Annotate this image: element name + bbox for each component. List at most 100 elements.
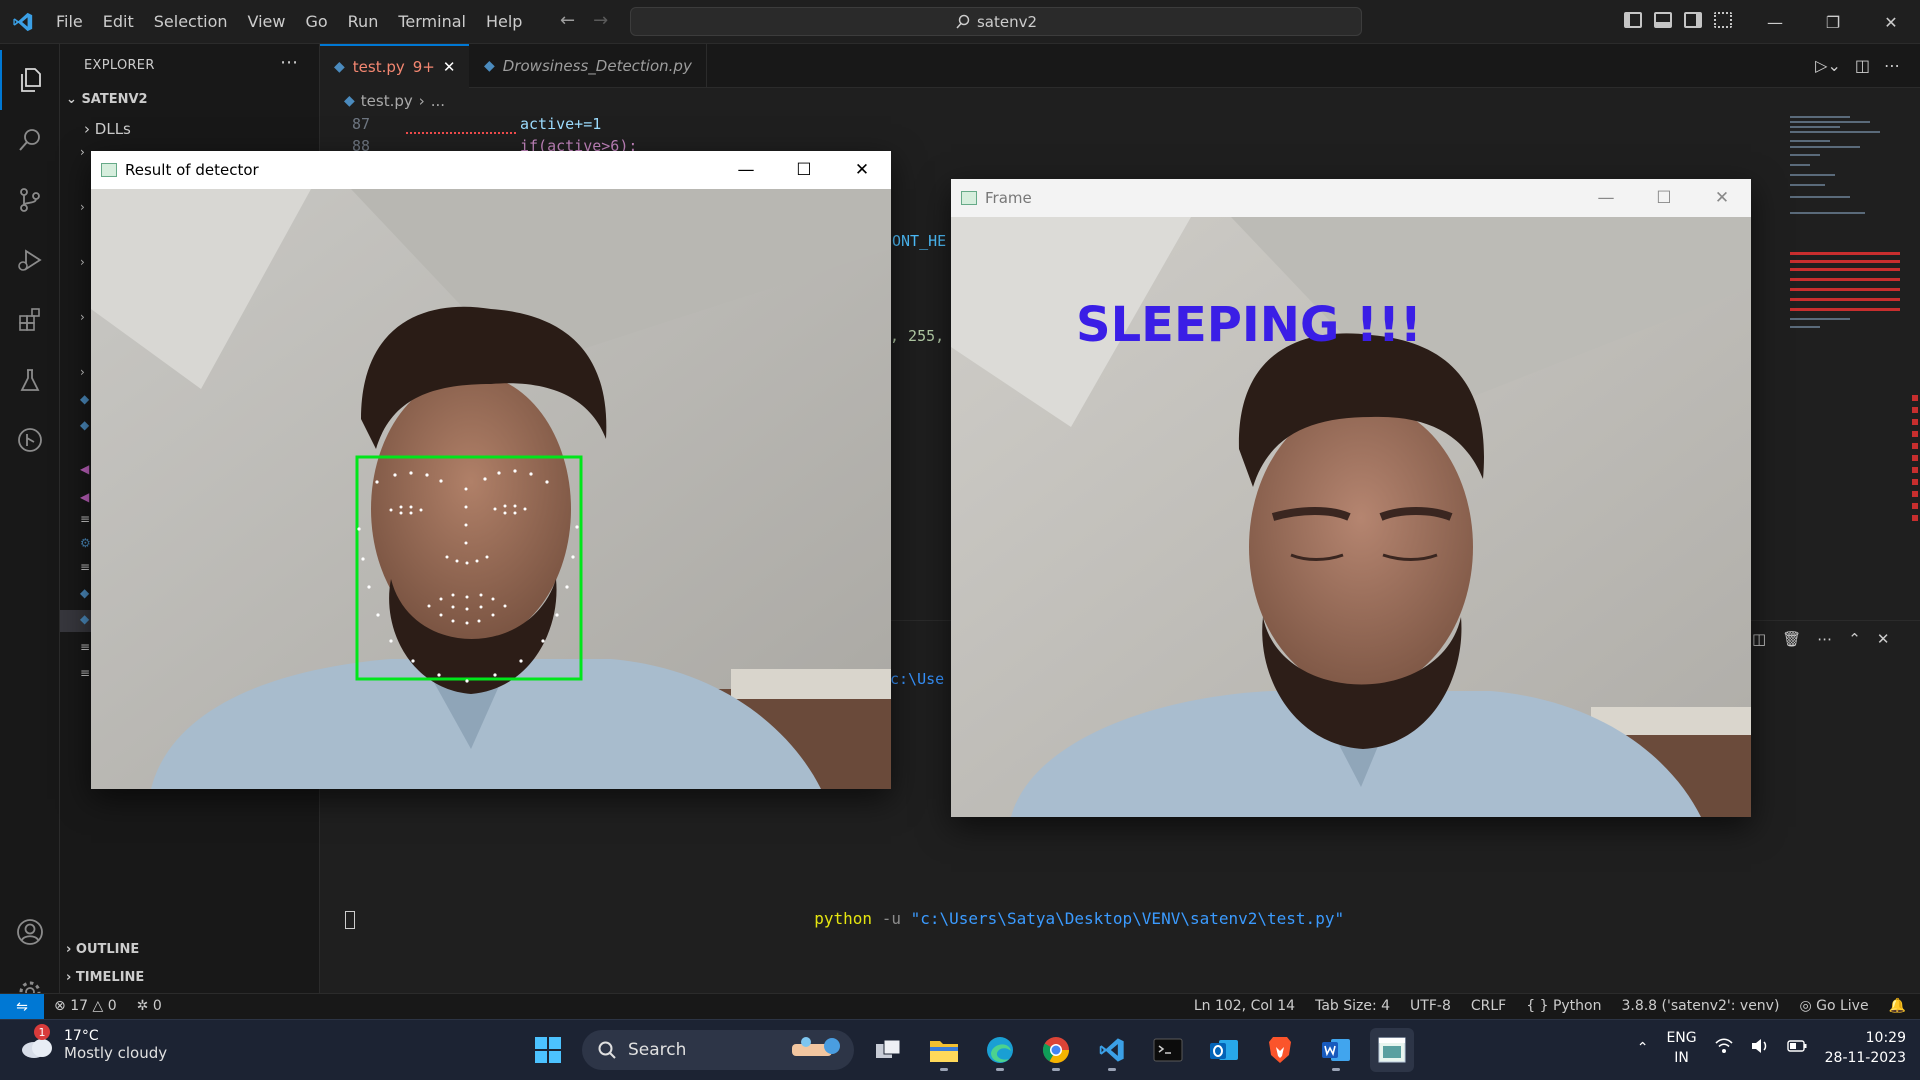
- maximize-panel-icon[interactable]: ⌃: [1848, 630, 1861, 648]
- workspace-root-folder[interactable]: ⌄ SATENV2: [66, 92, 148, 107]
- text-file-icon: ≡: [80, 666, 91, 680]
- opencv-window-taskbar-icon[interactable]: [1370, 1028, 1414, 1072]
- search-icon[interactable]: [0, 110, 60, 170]
- scrollbar-error-markers[interactable]: [1912, 395, 1918, 525]
- restore-button[interactable]: ❐: [1804, 0, 1862, 44]
- split-editor-icon[interactable]: ◫: [1855, 56, 1870, 75]
- account-icon[interactable]: [0, 902, 60, 962]
- close-button[interactable]: ✕: [1862, 0, 1920, 44]
- timeline-label: TIMELINE: [75, 970, 145, 985]
- breadcrumb-symbol[interactable]: ...: [431, 92, 445, 110]
- menu-help[interactable]: Help: [476, 12, 532, 31]
- trash-icon[interactable]: 🗑: [1782, 630, 1801, 648]
- python-file-icon: ◆: [80, 418, 90, 432]
- vscode-taskbar-icon[interactable]: [1090, 1028, 1134, 1072]
- explorer-icon[interactable]: [0, 50, 60, 110]
- remote-indicator-icon[interactable]: ⇋: [0, 994, 44, 1020]
- menu-edit[interactable]: Edit: [93, 12, 144, 31]
- battery-icon[interactable]: [1786, 1040, 1807, 1056]
- error-icon: ⊗: [54, 998, 66, 1014]
- maximize-button[interactable]: ☐: [775, 151, 833, 189]
- back-arrow-icon[interactable]: ←: [560, 10, 575, 31]
- terminal-cursor[interactable]: [345, 911, 355, 929]
- weather-widget[interactable]: 1 17°C Mostly cloudy: [20, 1024, 167, 1062]
- code-line: active+=1: [520, 115, 602, 133]
- show-hidden-icons-chevron-icon[interactable]: ⌃: [1637, 1040, 1649, 1056]
- word-icon[interactable]: [1314, 1028, 1358, 1072]
- run-file-icon[interactable]: ▷⌄: [1815, 56, 1841, 75]
- chrome-browser-icon[interactable]: [1034, 1028, 1078, 1072]
- timeline-section[interactable]: › TIMELINE: [66, 970, 144, 985]
- task-view-icon[interactable]: [866, 1028, 910, 1072]
- outline-section[interactable]: › OUTLINE: [66, 942, 139, 957]
- activity-bar: [0, 44, 60, 1003]
- detector-window-titlebar[interactable]: Result of detector — ☐ ✕: [91, 151, 891, 189]
- extensions-icon[interactable]: [0, 290, 60, 350]
- menu-selection[interactable]: Selection: [144, 12, 238, 31]
- notifications-bell-icon[interactable]: 🔔: [1889, 998, 1906, 1014]
- brave-browser-icon[interactable]: [1258, 1028, 1302, 1072]
- more-actions-icon[interactable]: ⋯: [280, 52, 298, 73]
- breadcrumb-file[interactable]: test.py: [361, 92, 413, 110]
- language-indicator[interactable]: ENG IN: [1666, 1028, 1696, 1068]
- command-center-search[interactable]: satenv2: [630, 7, 1362, 36]
- taskbar-search[interactable]: Search: [582, 1030, 854, 1070]
- toggle-sidebar-icon[interactable]: [1624, 12, 1642, 28]
- close-button[interactable]: ✕: [1693, 179, 1751, 217]
- folder-dlls[interactable]: › DLLs: [84, 120, 131, 138]
- python-interpreter[interactable]: 3.8.8 ('satenv2': venv): [1621, 998, 1779, 1014]
- language-mode[interactable]: { } Python: [1526, 998, 1601, 1014]
- go-live-button[interactable]: ◎ Go Live: [1799, 998, 1868, 1014]
- menu-go[interactable]: Go: [295, 12, 337, 31]
- minimap[interactable]: [1790, 112, 1900, 332]
- menu-run[interactable]: Run: [338, 12, 389, 31]
- minimize-button[interactable]: —: [717, 151, 775, 189]
- search-icon: [956, 14, 970, 28]
- menu-view[interactable]: View: [238, 12, 296, 31]
- outline-label: OUTLINE: [75, 942, 140, 957]
- maximize-button[interactable]: ☐: [1635, 179, 1693, 217]
- minimize-button[interactable]: —: [1746, 0, 1804, 44]
- outlook-icon[interactable]: [1202, 1028, 1246, 1072]
- minimize-button[interactable]: —: [1577, 179, 1635, 217]
- terminal-app-icon[interactable]: [1146, 1028, 1190, 1072]
- frame-window[interactable]: Frame — ☐ ✕ SLEEPING !!!: [951, 179, 1751, 817]
- end-of-line[interactable]: CRLF: [1471, 998, 1506, 1014]
- more-actions-icon[interactable]: ⋯: [1817, 630, 1832, 648]
- wifi-icon[interactable]: [1715, 1038, 1733, 1058]
- volume-icon[interactable]: [1751, 1038, 1769, 1058]
- tab-test-py[interactable]: ◆ test.py 9+ ✕: [320, 44, 470, 88]
- clock[interactable]: 10:29 28-11-2023: [1825, 1028, 1906, 1068]
- toggle-secondary-sidebar-icon[interactable]: [1684, 12, 1702, 28]
- close-tab-icon[interactable]: ✕: [443, 58, 456, 76]
- terminal-command: python -u "c:\Users\Satya\Desktop\VENV\s…: [795, 890, 1344, 928]
- cursor-position[interactable]: Ln 102, Col 14: [1194, 998, 1295, 1014]
- git-graph-icon[interactable]: [0, 410, 60, 470]
- detector-window[interactable]: Result of detector — ☐ ✕: [91, 151, 891, 789]
- ports-status[interactable]: ✲ 0: [137, 998, 162, 1014]
- toggle-panel-icon[interactable]: [1654, 12, 1672, 28]
- edge-browser-icon[interactable]: [978, 1028, 1022, 1072]
- encoding[interactable]: UTF-8: [1410, 998, 1451, 1014]
- windows-start-icon[interactable]: [526, 1028, 570, 1072]
- problems-status[interactable]: ⊗ 17 △ 0: [54, 998, 117, 1014]
- indentation[interactable]: Tab Size: 4: [1315, 998, 1390, 1014]
- split-terminal-icon[interactable]: ◫: [1752, 630, 1766, 648]
- run-debug-icon[interactable]: [0, 230, 60, 290]
- menu-terminal[interactable]: Terminal: [388, 12, 476, 31]
- search-highlight-icon: [788, 1034, 844, 1067]
- source-control-icon[interactable]: [0, 170, 60, 230]
- close-panel-icon[interactable]: ✕: [1877, 630, 1890, 648]
- folder-chevron-icon: ›: [80, 145, 85, 159]
- windows-taskbar: 1 17°C Mostly cloudy Search ⌃ ENG IN 10:…: [0, 1019, 1920, 1080]
- menu-bar: File Edit Selection View Go Run Terminal…: [46, 12, 532, 31]
- testing-flask-icon[interactable]: [0, 350, 60, 410]
- forward-arrow-icon[interactable]: →: [593, 10, 608, 31]
- close-button[interactable]: ✕: [833, 151, 891, 189]
- customize-layout-icon[interactable]: [1714, 12, 1732, 28]
- menu-file[interactable]: File: [46, 12, 93, 31]
- file-explorer-icon[interactable]: [922, 1028, 966, 1072]
- frame-window-titlebar[interactable]: Frame — ☐ ✕: [951, 179, 1751, 217]
- tab-drowsiness-detection[interactable]: ◆ Drowsiness_Detection.py: [470, 44, 707, 88]
- more-actions-icon[interactable]: ⋯: [1884, 56, 1900, 75]
